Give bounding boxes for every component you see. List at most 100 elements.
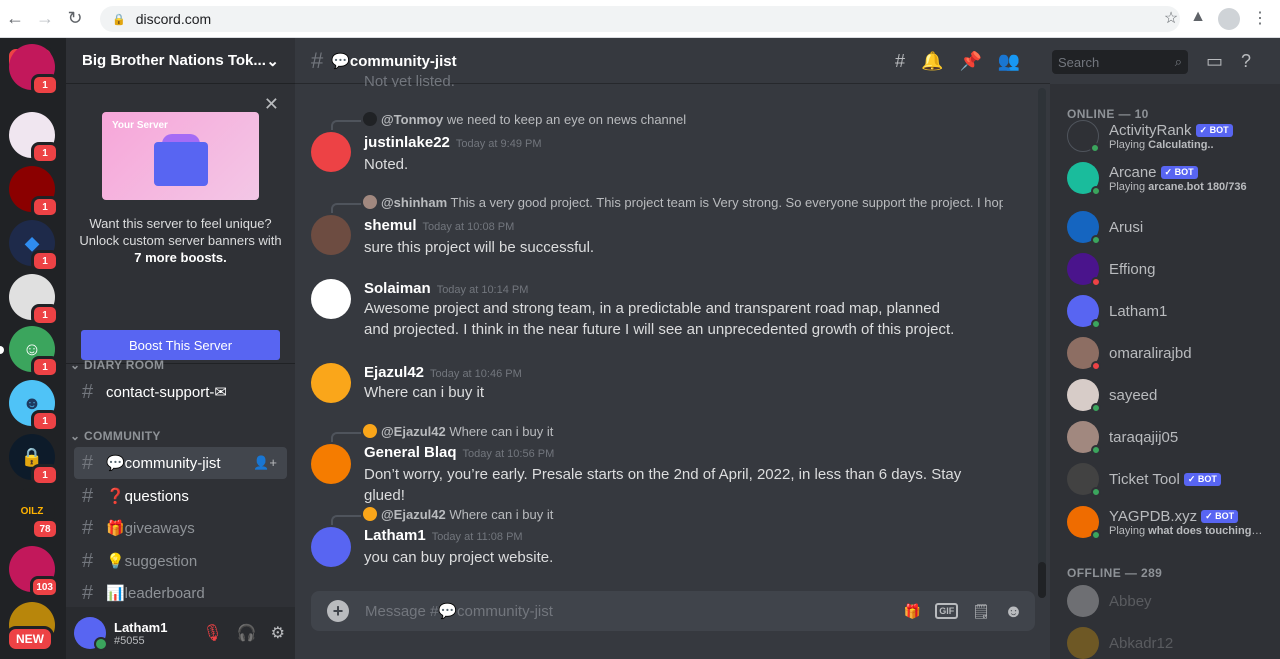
- notification-bell-icon[interactable]: 🔔: [921, 51, 943, 72]
- add-attachment-icon[interactable]: +: [327, 600, 349, 622]
- member-item[interactable]: taraqajij05: [1067, 416, 1272, 458]
- extension-icon[interactable]: ▲: [1190, 8, 1206, 30]
- address-bar[interactable]: 🔒 discord.com: [100, 6, 1180, 32]
- channel-leaderboard[interactable]: # 📊leaderboard: [74, 577, 287, 609]
- channel-sidebar: Big Brother Nations Tok... ⌄ ✕ Your Serv…: [66, 38, 295, 659]
- member-name: Arusi: [1109, 218, 1144, 236]
- member-item[interactable]: Abkadr12: [1067, 622, 1272, 659]
- member-item[interactable]: ActivityRank ✓ BOT Playing Calculating..: [1067, 115, 1272, 157]
- message-text: you can buy project website.: [364, 549, 554, 566]
- category-community[interactable]: ⌄ COMMUNITY: [70, 429, 161, 443]
- member-item[interactable]: sayeed: [1067, 374, 1272, 416]
- server-header[interactable]: Big Brother Nations Tok... ⌄: [66, 38, 295, 84]
- threads-icon[interactable]: #: [895, 51, 905, 72]
- account-avatar[interactable]: [1218, 8, 1240, 30]
- message-author[interactable]: shemul: [364, 217, 417, 234]
- mute-microphone-icon[interactable]: 🎙: [202, 623, 222, 643]
- member-item[interactable]: Arcane ✓ BOT Playing arcane.bot 180/736: [1067, 157, 1272, 199]
- gift-icon[interactable]: 🎁: [904, 603, 921, 620]
- reload-icon[interactable]: ↻: [60, 8, 90, 29]
- search-input[interactable]: Search ⌕: [1052, 50, 1188, 74]
- reply-text: Where can i buy it: [449, 424, 554, 439]
- member-activity: Calculating..: [1148, 138, 1214, 151]
- bookmark-star-icon[interactable]: ☆: [1164, 8, 1178, 30]
- server-icon[interactable]: 103: [9, 546, 59, 598]
- emoji-icon[interactable]: ☻: [1004, 601, 1023, 622]
- reply-preview[interactable]: @Ejazul42 Where can i buy it: [363, 424, 1003, 439]
- sticker-icon[interactable]: 🗒: [972, 603, 990, 620]
- server-icon[interactable]: ☺ 1: [9, 326, 59, 378]
- user-tag: #5055: [114, 634, 145, 647]
- gif-button[interactable]: GIF: [935, 603, 959, 619]
- forward-icon[interactable]: →: [30, 8, 60, 29]
- channel-suggestion[interactable]: # 💡suggestion: [74, 545, 287, 577]
- server-icon[interactable]: ◆ 1: [9, 220, 59, 272]
- reply-preview[interactable]: @Ejazul42 Where can i buy it: [363, 507, 1003, 522]
- member-item[interactable]: Abbey: [1067, 580, 1272, 622]
- menu-icon[interactable]: ⋮: [1252, 8, 1268, 30]
- reply-mention: @shinham: [381, 195, 448, 210]
- member-list-icon[interactable]: 👥: [998, 51, 1020, 72]
- server-icon[interactable]: ☻ 1: [9, 380, 59, 432]
- settings-gear-icon[interactable]: ⚙: [271, 623, 285, 643]
- offline-header: OFFLINE — 289: [1067, 566, 1163, 580]
- avatar[interactable]: [311, 132, 351, 172]
- mention-badge: 1: [31, 142, 59, 164]
- server-icon[interactable]: OILZ 78: [9, 488, 59, 540]
- close-icon[interactable]: ✕: [264, 94, 279, 115]
- help-icon[interactable]: ?: [1241, 51, 1251, 72]
- member-item[interactable]: omaralirajbd: [1067, 332, 1272, 374]
- reply-preview[interactable]: @Tonmoy we need to keep an eye on news c…: [363, 112, 1003, 127]
- message-author[interactable]: Ejazul42: [364, 364, 424, 381]
- hash-icon: #: [82, 581, 94, 604]
- member-name: Abbey: [1109, 592, 1152, 610]
- avatar[interactable]: [311, 527, 351, 567]
- server-name: Big Brother Nations Tok...: [82, 52, 266, 69]
- message-composer[interactable]: + Message #💬community-jist 🎁 GIF 🗒 ☻: [311, 591, 1035, 631]
- avatar[interactable]: [74, 617, 108, 651]
- member-name: ActivityRank: [1109, 121, 1192, 139]
- message-input[interactable]: Message #💬community-jist: [365, 602, 553, 620]
- avatar[interactable]: [311, 363, 351, 403]
- channel-giveaways[interactable]: # 🎁giveaways: [74, 512, 287, 544]
- member-name: taraqajij05: [1109, 428, 1179, 446]
- bot-badge: ✓ BOT: [1201, 509, 1239, 523]
- headphones-icon[interactable]: 🎧: [237, 623, 257, 643]
- message-timestamp: Today at 10:08 PM: [422, 221, 515, 233]
- member-item[interactable]: Latham1: [1067, 290, 1272, 332]
- message-timestamp: Today at 10:14 PM: [436, 284, 529, 296]
- mention-badge: 1: [31, 304, 59, 326]
- message-author[interactable]: Latham1: [364, 527, 426, 544]
- pin-icon[interactable]: 📌: [959, 51, 981, 72]
- member-item[interactable]: YAGPDB.xyz ✓ BOT Playing what does touchi…: [1067, 501, 1272, 543]
- channel-contact-support[interactable]: # contact-support-✉: [74, 376, 287, 408]
- back-icon[interactable]: ←: [0, 8, 30, 29]
- boost-server-button[interactable]: Boost This Server: [81, 330, 280, 360]
- member-name: Effiong: [1109, 260, 1156, 278]
- user-panel: Latham1 #5055 🎙 🎧 ⚙: [66, 607, 295, 659]
- avatar[interactable]: [311, 215, 351, 255]
- member-item[interactable]: Arusi: [1067, 206, 1272, 248]
- server-icon[interactable]: 1: [9, 112, 59, 164]
- message-author[interactable]: General Blaq: [364, 444, 457, 461]
- inbox-icon[interactable]: ▭: [1206, 51, 1223, 72]
- avatar[interactable]: [311, 279, 351, 319]
- message-author[interactable]: justinlake22: [364, 134, 450, 151]
- channel-community-jist[interactable]: # 💬community-jist 👤+: [74, 447, 287, 479]
- server-icon[interactable]: 1: [9, 166, 59, 218]
- member-item[interactable]: Effiong: [1067, 248, 1272, 290]
- boost-line: Want this server to feel unique?: [89, 216, 272, 231]
- category-diary-room[interactable]: ⌄ DIARY ROOM: [70, 358, 164, 372]
- channel-questions[interactable]: # ❓questions: [74, 480, 287, 512]
- banner-label: Your Server: [112, 120, 168, 131]
- add-member-icon[interactable]: 👤+: [253, 455, 277, 471]
- server-icon[interactable]: 🔒 1: [9, 434, 59, 486]
- scrollbar[interactable]: [1038, 88, 1046, 598]
- server-icon[interactable]: 1: [9, 274, 59, 326]
- reply-preview[interactable]: @shinham This a very good project. This …: [363, 195, 1003, 210]
- member-item[interactable]: Ticket Tool ✓ BOT: [1067, 458, 1272, 500]
- server-icon[interactable]: 1: [9, 44, 59, 96]
- server-list: NEW 1 1 1 ◆1 1 ☺1 ☻1 🔒1 OILZ78 103 NEW: [0, 38, 66, 659]
- avatar[interactable]: [311, 444, 351, 484]
- message-author[interactable]: Solaiman: [364, 280, 431, 297]
